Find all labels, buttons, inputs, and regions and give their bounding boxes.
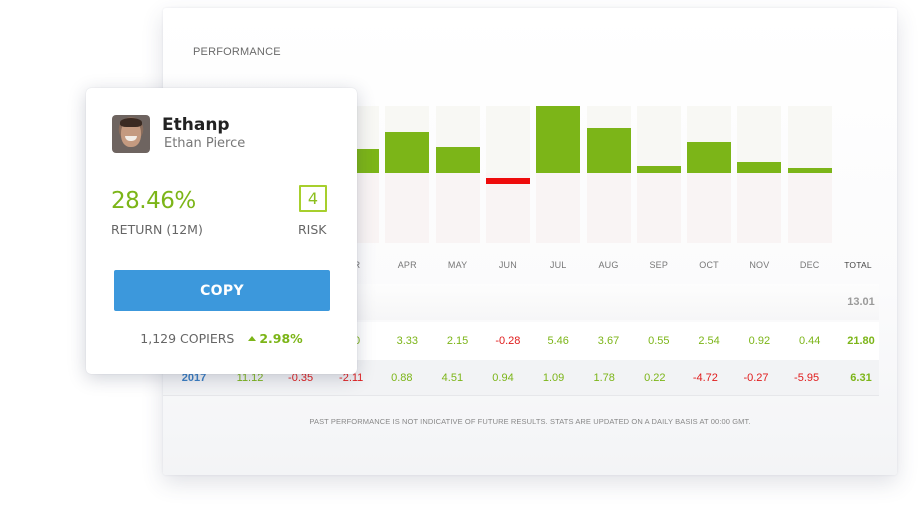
value-cell: 3.67 xyxy=(597,335,620,347)
value-cell: 0.88 xyxy=(391,372,413,384)
month-label: APR xyxy=(397,260,417,270)
trader-full-name: Ethan Pierce xyxy=(164,136,246,151)
return-value: 28.46% xyxy=(111,188,196,214)
bar-column-may xyxy=(435,106,480,243)
month-label: JUN xyxy=(498,260,517,270)
bar-bg-negative xyxy=(536,173,581,243)
bar-column-jul xyxy=(536,106,581,243)
avatar-hair xyxy=(120,118,142,127)
bar-sep[interactable] xyxy=(636,166,681,173)
bar-nov[interactable] xyxy=(737,161,782,173)
value-cell: 3.33 xyxy=(396,335,418,347)
value-cell: 0.55 xyxy=(648,335,670,347)
bar-aug[interactable] xyxy=(586,127,631,173)
value-cell: 2.54 xyxy=(698,335,720,347)
month-label: NOV xyxy=(749,260,770,270)
return-label: RETURN (12M) xyxy=(111,222,203,237)
bar-dec[interactable] xyxy=(787,167,832,173)
month-label: DEC xyxy=(799,260,820,270)
bar-bg-negative xyxy=(435,173,480,243)
total-cell: 13.01 xyxy=(847,296,875,308)
total-column-label: TOTAL xyxy=(844,260,872,270)
triangle-up-icon xyxy=(248,336,257,341)
bar-bg-negative xyxy=(737,173,782,243)
value-cell: 0.94 xyxy=(492,372,514,384)
month-label: AUG xyxy=(598,260,619,270)
value-cell: 0.44 xyxy=(798,335,821,347)
value-cell: 0.22 xyxy=(644,372,666,384)
bar-jun[interactable] xyxy=(485,178,530,184)
bar-column-oct xyxy=(687,106,732,243)
bar-column-aug xyxy=(586,106,631,243)
bar-jul[interactable] xyxy=(536,106,581,173)
value-cell: -0.28 xyxy=(495,335,521,347)
bar-column-nov xyxy=(737,106,782,243)
trader-card: Ethanp Ethan Pierce 28.46% RETURN (12M) … xyxy=(86,88,357,374)
value-cell: 1.09 xyxy=(542,372,565,384)
bar-bg-positive xyxy=(636,106,681,173)
bar-column-jun xyxy=(485,106,530,243)
bar-bg-negative xyxy=(636,173,681,243)
bar-apr[interactable] xyxy=(385,132,430,173)
bar-column-apr xyxy=(385,106,430,243)
value-cell: 0.92 xyxy=(748,335,771,347)
bar-may[interactable] xyxy=(435,146,480,173)
bar-bg-negative xyxy=(687,173,732,243)
copiers-change: 2.98% xyxy=(259,331,303,346)
avatar[interactable] xyxy=(112,115,150,153)
copiers-count: 1,129 COPIERS xyxy=(140,331,235,346)
copiers-stat: 1,129 COPIERS 2.98% xyxy=(86,331,357,346)
trader-username[interactable]: Ethanp xyxy=(162,115,230,135)
bar-column-dec xyxy=(787,106,832,243)
bar-column-sep xyxy=(636,106,681,243)
month-label: JUL xyxy=(549,260,567,270)
bar-bg-positive xyxy=(485,106,530,173)
disclaimer: PAST PERFORMANCE IS NOT INDICATIVE OF FU… xyxy=(309,417,751,426)
bar-bg-positive xyxy=(787,106,832,173)
value-cell: -4.72 xyxy=(692,372,718,384)
value-cell: 1.78 xyxy=(593,372,615,384)
total-cell: 21.80 xyxy=(847,335,875,347)
bar-bg-negative xyxy=(385,173,430,243)
risk-score-badge: 4 xyxy=(299,185,327,212)
value-cell: 5.46 xyxy=(547,335,569,347)
value-cell: 2.15 xyxy=(446,335,469,347)
month-label: MAY xyxy=(447,260,468,270)
copy-button[interactable]: COPY xyxy=(114,270,330,311)
total-cell: 6.31 xyxy=(850,372,872,384)
value-cell: -0.27 xyxy=(743,372,769,384)
risk-label: RISK xyxy=(298,222,327,237)
month-label: SEP xyxy=(649,260,669,270)
bar-oct[interactable] xyxy=(687,141,732,173)
month-label: OCT xyxy=(699,260,719,270)
value-cell: -5.95 xyxy=(794,372,820,384)
value-cell: 4.51 xyxy=(441,372,464,384)
bar-bg-negative xyxy=(586,173,631,243)
bar-bg-negative xyxy=(787,173,832,243)
